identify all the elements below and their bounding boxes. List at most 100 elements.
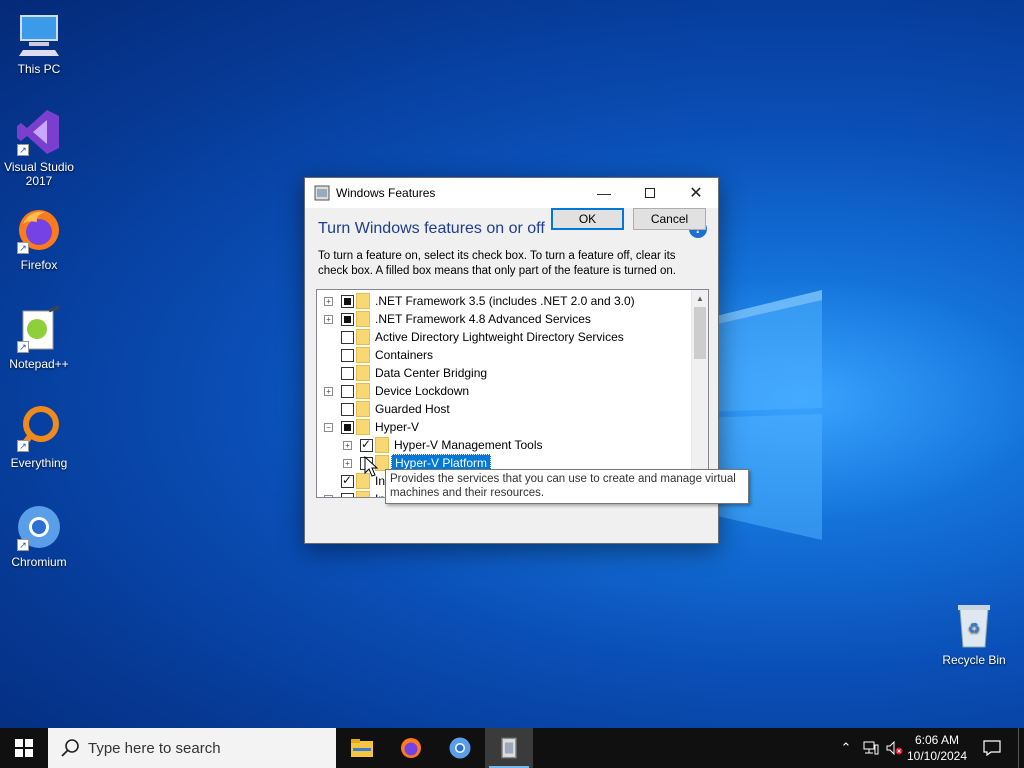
recycle-bin-icon: ♻ (950, 601, 998, 649)
shortcut-arrow-icon: ↗ (17, 440, 29, 452)
taskbar-clock[interactable]: 6:06 AM 10/10/2024 (904, 732, 970, 764)
feature-label: .NET Framework 3.5 (includes .NET 2.0 an… (375, 294, 635, 308)
folder-icon (356, 491, 370, 497)
feature-checkbox[interactable] (341, 348, 354, 362)
taskbar-windows-features[interactable] (485, 728, 533, 768)
expand-icon[interactable]: + (324, 314, 333, 324)
shortcut-arrow-icon: ↗ (17, 341, 29, 353)
dialog-title: Windows Features (336, 186, 436, 200)
visual-studio-icon: ↗ (15, 108, 63, 156)
action-center-button[interactable] (976, 728, 1008, 768)
cancel-button[interactable]: Cancel (633, 208, 706, 230)
chromium-icon: ↗ (15, 503, 63, 551)
folder-icon (356, 365, 370, 381)
mouse-cursor-icon (364, 456, 378, 477)
desktop-icon-chromium[interactable]: ↗ Chromium (1, 503, 77, 569)
feature-checkbox[interactable] (360, 437, 373, 452)
desktop-icon-recycle-bin[interactable]: ♻ Recycle Bin (936, 601, 1012, 667)
show-desktop-button[interactable] (1018, 728, 1024, 768)
feature-label: Device Lockdown (375, 384, 470, 398)
shortcut-arrow-icon: ↗ (17, 539, 29, 551)
feature-label: Guarded Host (375, 402, 450, 416)
feature-label: Active Directory Lightweight Directory S… (375, 330, 624, 344)
feature-checkbox[interactable] (341, 366, 354, 380)
feature-row[interactable]: + .NET Framework 3.5 (includes .NET 2.0 a… (317, 292, 691, 310)
desktop-icon-label: Chromium (11, 555, 67, 569)
ok-button[interactable]: OK (551, 208, 624, 230)
firefox-icon: ↗ (15, 206, 63, 254)
feature-label: Hyper-V Management Tools (394, 438, 543, 452)
taskbar-file-explorer[interactable] (338, 728, 386, 768)
dialog-description: To turn a feature on, select its check b… (318, 250, 676, 277)
maximize-button[interactable] (627, 178, 673, 208)
clock-date: 10/10/2024 (906, 749, 968, 763)
feature-row[interactable]: Active Directory Lightweight Directory S… (317, 328, 691, 346)
taskbar-chromium[interactable] (436, 728, 484, 768)
minimize-button[interactable]: — (581, 178, 627, 208)
feature-tooltip: Provides the services that you can use t… (385, 469, 749, 504)
feature-checkbox[interactable] (341, 384, 354, 398)
folder-icon (375, 437, 389, 453)
desktop-icon-label: Firefox (20, 258, 58, 272)
desktop-icon-everything[interactable]: ↗ Everything (1, 404, 77, 470)
taskbar-search-box[interactable]: Type here to search (48, 728, 336, 768)
chevron-up-icon: ⌃ (840, 740, 852, 755)
expand-icon[interactable]: + (324, 296, 333, 306)
desktop-icon-visual-studio[interactable]: ↗ Visual Studio 2017 (1, 108, 77, 188)
feature-checkbox[interactable] (341, 312, 354, 326)
feature-label: Containers (375, 348, 434, 362)
collapse-icon[interactable]: − (324, 422, 333, 432)
windows-features-icon (501, 737, 517, 759)
tree-scrollbar[interactable]: ▲ ▼ (691, 290, 708, 497)
expand-icon[interactable]: + (324, 494, 333, 497)
feature-row[interactable]: − Hyper-V (317, 418, 691, 436)
notification-icon (983, 740, 1001, 756)
network-icon (863, 741, 879, 755)
feature-label: In (375, 492, 385, 497)
feature-row[interactable]: + Device Lockdown (317, 382, 691, 400)
expand-icon[interactable]: + (343, 458, 352, 468)
feature-label: .NET Framework 4.8 Advanced Services (375, 312, 591, 326)
feature-checkbox[interactable] (341, 330, 354, 344)
dialog-heading: Turn Windows features on or off (318, 220, 545, 237)
clock-time: 6:06 AM (914, 733, 960, 747)
volume-tray-button[interactable] (884, 728, 906, 768)
desktop-icon-notepadpp[interactable]: ↗ Notepad++ (1, 305, 77, 371)
feature-row[interactable]: Guarded Host (317, 400, 691, 418)
feature-row[interactable]: + Hyper-V Management Tools (317, 436, 691, 454)
feature-checkbox[interactable] (341, 492, 354, 497)
volume-muted-icon (886, 741, 903, 755)
scroll-thumb[interactable] (694, 307, 706, 359)
windows-start-icon (15, 739, 33, 757)
shortcut-arrow-icon: ↗ (17, 242, 29, 254)
show-hidden-icons-button[interactable]: ⌃ (836, 728, 856, 768)
close-button[interactable]: ✕ (673, 178, 719, 208)
network-tray-button[interactable] (860, 728, 882, 768)
feature-row[interactable]: Containers (317, 346, 691, 364)
expand-icon[interactable]: + (324, 386, 333, 396)
dialog-titlebar[interactable]: Windows Features — ✕ (305, 178, 718, 208)
svg-text:♻: ♻ (968, 621, 981, 637)
feature-checkbox[interactable] (341, 402, 354, 416)
folder-icon (356, 293, 370, 309)
file-explorer-icon (351, 739, 373, 757)
chromium-icon (449, 737, 471, 759)
feature-checkbox[interactable] (341, 294, 354, 308)
start-button[interactable] (0, 728, 48, 768)
desktop-icon-this-pc[interactable]: This PC (1, 10, 77, 76)
feature-row[interactable]: Data Center Bridging (317, 364, 691, 382)
feature-checkbox[interactable] (341, 420, 354, 434)
expand-icon[interactable]: + (343, 440, 352, 450)
computer-icon (15, 10, 63, 58)
everything-icon: ↗ (15, 404, 63, 452)
desktop-icon-firefox[interactable]: ↗ Firefox (1, 206, 77, 272)
feature-row[interactable]: + .NET Framework 4.8 Advanced Services (317, 310, 691, 328)
taskbar-firefox[interactable] (387, 728, 435, 768)
scroll-up-icon[interactable]: ▲ (692, 290, 708, 307)
desktop-icon-label: Everything (10, 456, 68, 470)
feature-checkbox[interactable] (341, 473, 354, 488)
minimize-icon: — (597, 185, 611, 201)
folder-icon (356, 401, 370, 417)
firefox-icon (401, 738, 421, 758)
folder-icon (356, 347, 370, 363)
